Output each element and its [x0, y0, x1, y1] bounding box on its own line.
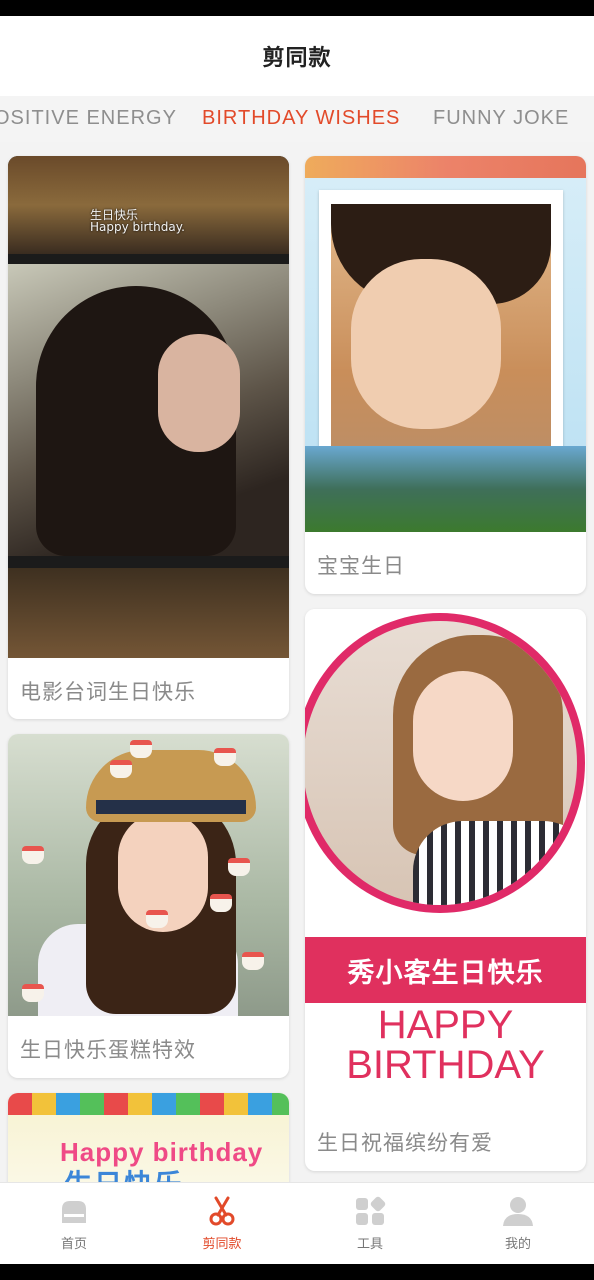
cake-sticker	[110, 760, 132, 778]
system-navigation-bar	[0, 1264, 594, 1280]
cake-sticker	[146, 910, 168, 928]
status-bar	[0, 0, 594, 16]
bottom-navigation: 首页 剪同款 工具 我的	[0, 1182, 594, 1264]
home-icon	[62, 1201, 86, 1223]
cake-sticker	[214, 748, 236, 766]
happy-birthday-text: HAPPY BIRTHDAY	[346, 1003, 545, 1087]
cake-sticker	[130, 740, 152, 758]
photo-frame	[319, 190, 563, 490]
template-thumbnail	[305, 156, 586, 532]
page-title: 剪同款	[262, 46, 332, 71]
scissors-icon	[209, 1196, 235, 1226]
cake-sticker	[22, 846, 44, 864]
template-title: 电影台词生日快乐	[20, 680, 196, 704]
tools-icon	[356, 1196, 386, 1225]
nav-label: 工具	[356, 1237, 383, 1252]
nav-profile[interactable]: 我的	[444, 1183, 592, 1265]
tab-birthday-wishes[interactable]: BIRTHDAY WISHES	[202, 96, 400, 142]
profile-icon	[503, 1197, 533, 1226]
template-title: 宝宝生日	[317, 554, 405, 578]
template-thumbnail: 生日快乐 Happy birthday.	[8, 156, 289, 658]
cake-sticker	[22, 984, 44, 1002]
template-feed[interactable]: 生日快乐 Happy birthday. 电影台词生日快乐 宝宝生日 生日快乐蛋…	[0, 142, 594, 1182]
bunting-flags	[8, 1093, 289, 1115]
film-frame-top: 生日快乐 Happy birthday.	[8, 156, 289, 254]
template-card-baby-birthday[interactable]: 宝宝生日	[305, 156, 586, 594]
circle-frame	[305, 613, 585, 913]
template-card-party[interactable]: Happy birthday 生日快乐	[8, 1093, 289, 1182]
app-screen: 剪同款 OSITIVE ENERGY BIRTHDAY WISHES FUNNY…	[0, 0, 594, 1280]
nav-tools[interactable]: 工具	[296, 1183, 444, 1265]
subtitle-en: Happy birthday.	[90, 220, 185, 234]
nav-label: 剪同款	[202, 1237, 242, 1252]
film-frame-bottom	[8, 568, 289, 658]
film-frame-middle	[8, 264, 289, 556]
birthday-banner: 秀小客生日快乐	[305, 937, 586, 1003]
template-thumbnail	[8, 734, 289, 1016]
tab-funny-joke[interactable]: FUNNY JOKE	[433, 96, 569, 142]
nav-label: 我的	[504, 1237, 531, 1252]
template-card-cake-effect[interactable]: 生日快乐蛋糕特效	[8, 734, 289, 1078]
cake-sticker	[228, 858, 250, 876]
party-text-cn: 生日快乐	[64, 1163, 184, 1182]
nav-clip-template[interactable]: 剪同款	[148, 1183, 296, 1265]
template-thumbnail: Happy birthday 生日快乐	[8, 1093, 289, 1182]
template-title: 生日快乐蛋糕特效	[20, 1038, 196, 1062]
nav-home[interactable]: 首页	[0, 1183, 148, 1265]
cake-sticker	[242, 952, 264, 970]
template-card-movie-birthday[interactable]: 生日快乐 Happy birthday. 电影台词生日快乐	[8, 156, 289, 719]
template-title: 生日祝福缤纷有爱	[317, 1131, 493, 1155]
tab-positive-energy[interactable]: OSITIVE ENERGY	[0, 96, 177, 142]
cake-sticker	[210, 894, 232, 912]
template-card-colorful-wishes[interactable]: 秀小客生日快乐 HAPPY BIRTHDAY 生日祝福缤纷有爱	[305, 609, 586, 1171]
landscape-decoration	[305, 446, 586, 532]
header: 剪同款	[0, 16, 594, 96]
category-tabs[interactable]: OSITIVE ENERGY BIRTHDAY WISHES FUNNY JOK…	[0, 96, 594, 142]
template-thumbnail: 秀小客生日快乐 HAPPY BIRTHDAY	[305, 609, 586, 1109]
nav-label: 首页	[60, 1237, 87, 1252]
